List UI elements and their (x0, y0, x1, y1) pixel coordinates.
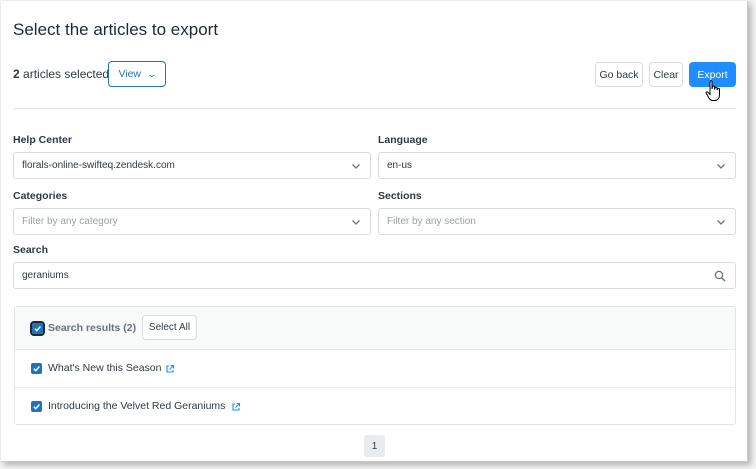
external-link-icon[interactable] (231, 402, 241, 412)
results-header-row: Search results (2) Select All (15, 307, 735, 350)
go-back-button[interactable]: Go back (595, 62, 643, 87)
page-title: Select the articles to export (13, 20, 219, 39)
selected-count-suffix: articles selected (19, 67, 110, 81)
categories-select[interactable]: Filter by any category (13, 208, 371, 235)
chevron-down-icon: ⌄ (146, 68, 158, 79)
help-center-value: florals-online-swifteq.zendesk.com (22, 160, 175, 171)
search-value: geraniums (22, 270, 69, 281)
select-all-checkbox[interactable] (30, 321, 45, 336)
search-label: Search (13, 244, 49, 256)
help-center-select[interactable]: florals-online-swifteq.zendesk.com (13, 152, 371, 179)
chevron-down-icon (352, 164, 360, 169)
result-row[interactable]: What's New this Season (15, 350, 735, 388)
checkmark-icon (33, 366, 40, 372)
result-title: Introducing the Velvet Red Geraniums (48, 400, 226, 412)
view-dropdown-button[interactable]: View ⌄ (108, 61, 166, 87)
header-divider (13, 108, 736, 109)
language-select[interactable]: en-us (378, 152, 736, 179)
checkmark-icon (33, 404, 40, 410)
result-checkbox[interactable] (31, 363, 42, 374)
language-label: Language (378, 134, 428, 146)
search-input[interactable]: geraniums (13, 262, 736, 289)
view-button-label: View (118, 68, 142, 80)
export-panel: Select the articles to export 2 articles… (1, 1, 748, 462)
result-row[interactable]: Introducing the Velvet Red Geraniums (15, 388, 735, 425)
clear-label: Clear (653, 68, 679, 81)
chevron-down-icon (717, 220, 725, 225)
results-header-label: Search results (2) (48, 322, 137, 334)
result-title: What's New this Season (48, 362, 162, 374)
select-all-button[interactable]: Select All (142, 315, 197, 340)
clear-button[interactable]: Clear (649, 62, 683, 87)
result-checkbox[interactable] (31, 401, 42, 412)
checkmark-icon (34, 326, 41, 332)
search-results-table: Search results (2) Select All What's New… (14, 306, 736, 425)
chevron-down-icon (352, 220, 360, 225)
search-icon (714, 270, 726, 282)
sections-label: Sections (378, 190, 422, 202)
sections-placeholder: Filter by any section (387, 216, 476, 227)
categories-placeholder: Filter by any category (22, 216, 118, 227)
selected-count-text: 2 articles selected (13, 67, 109, 81)
help-center-label: Help Center (13, 134, 72, 146)
categories-label: Categories (13, 190, 68, 202)
select-all-label: Select All (148, 322, 191, 333)
pagination-page-1[interactable]: 1 (364, 435, 385, 457)
go-back-label: Go back (599, 68, 639, 81)
hand-pointer-icon (705, 80, 720, 101)
language-value: en-us (387, 160, 413, 171)
external-link-icon[interactable] (165, 364, 175, 374)
selected-count-number: 2 (13, 67, 20, 81)
chevron-down-icon (717, 164, 725, 169)
sections-select[interactable]: Filter by any section (378, 208, 736, 235)
